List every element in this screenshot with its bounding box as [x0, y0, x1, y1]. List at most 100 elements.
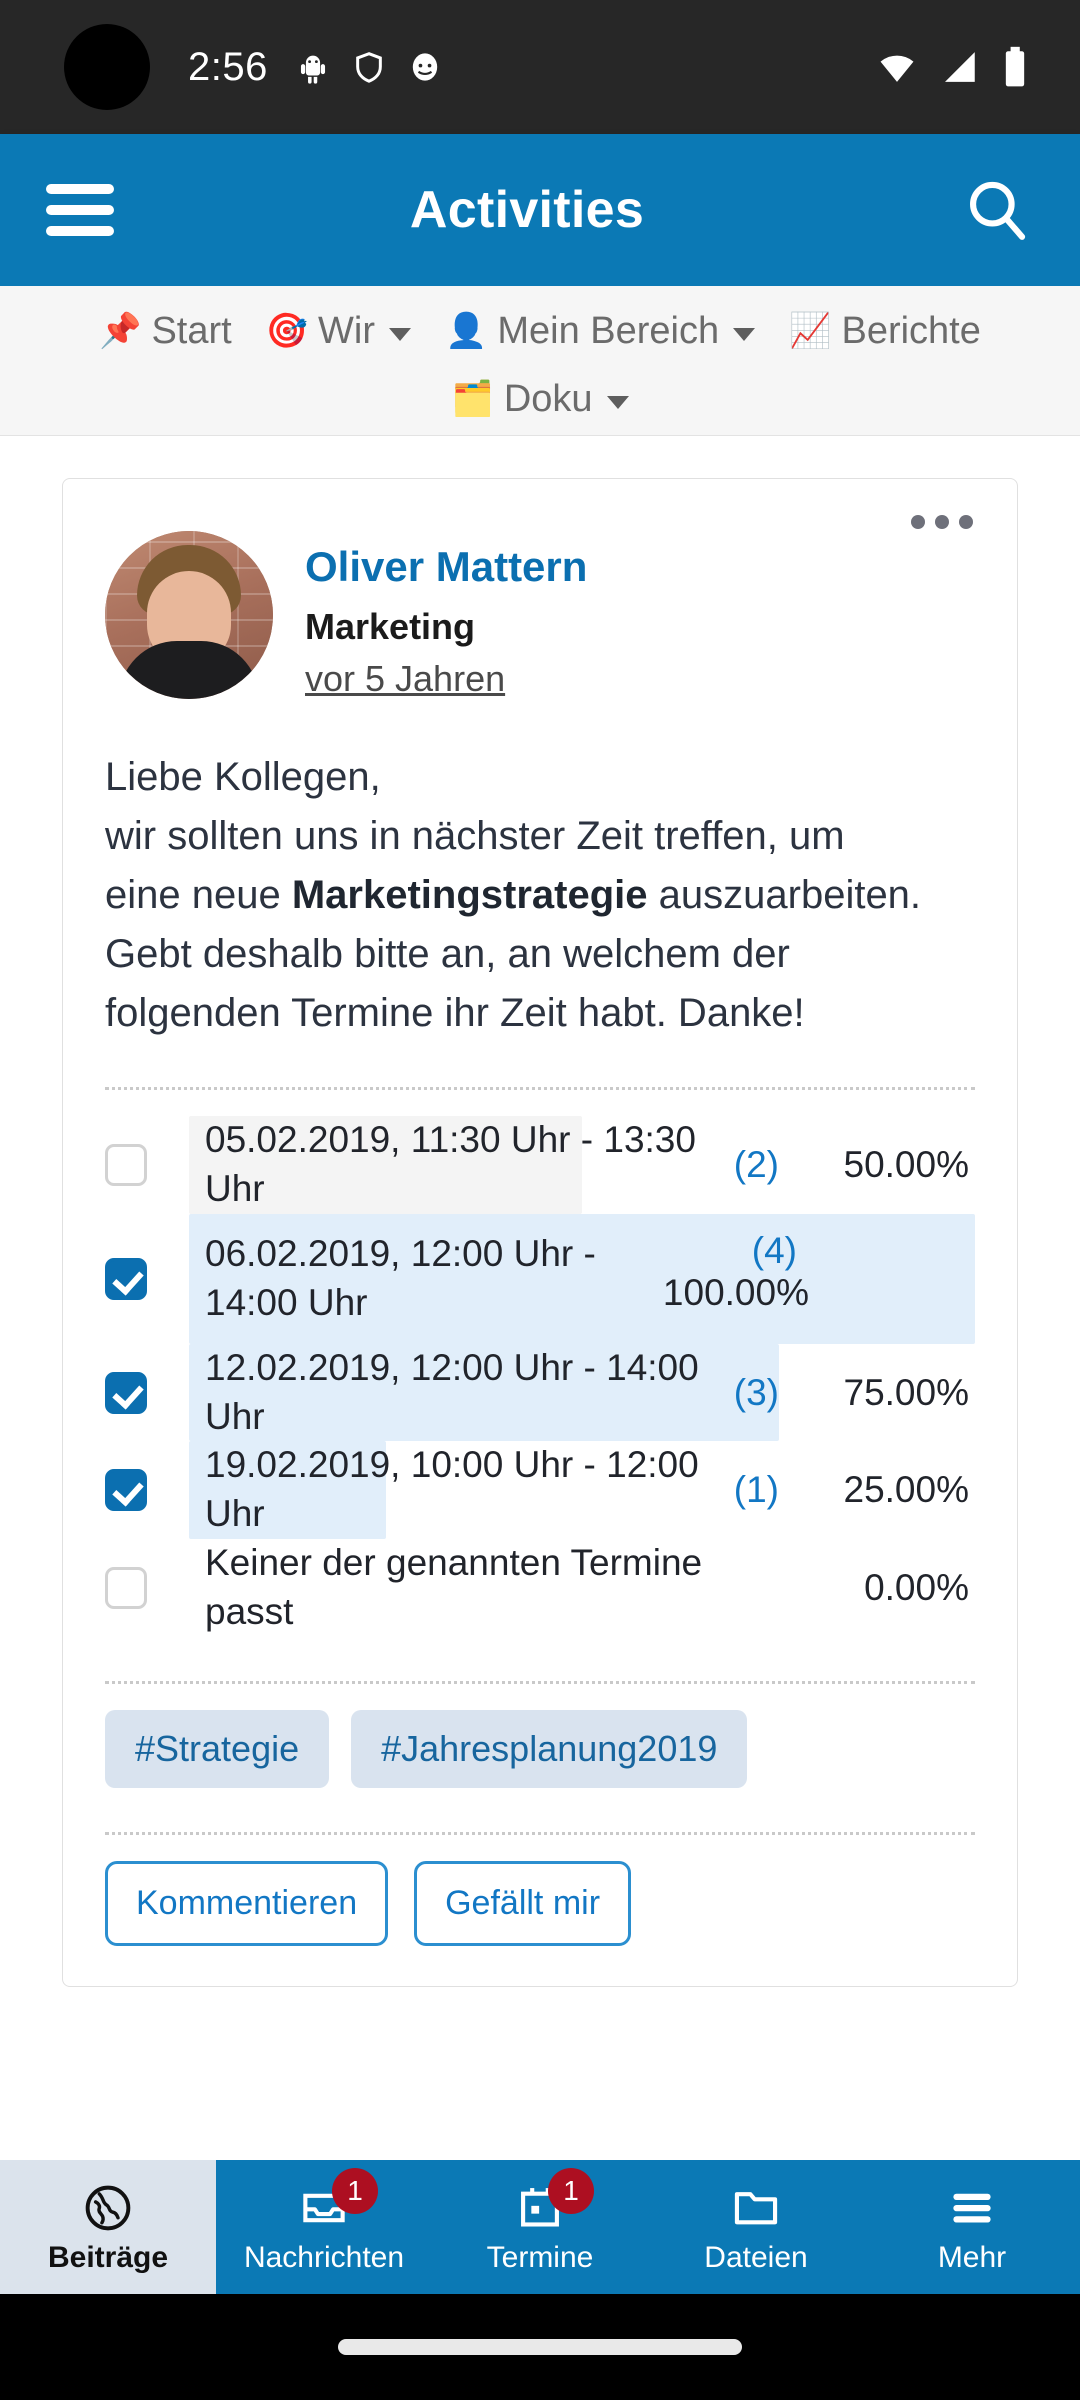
tab-label: Dateien — [704, 2241, 808, 2274]
tab-termine[interactable]: 1 Termine — [432, 2160, 648, 2294]
poll-option-count: (1) — [733, 1469, 779, 1511]
post-card: Oliver Mattern Marketing vor 5 Jahren Li… — [62, 478, 1018, 1987]
sidebar-item-berichte[interactable]: 📈 Berichte — [789, 300, 981, 362]
post-body-text-before-bold: eine neue — [105, 872, 292, 917]
android-robot-icon — [300, 55, 325, 84]
notification-badge: 1 — [332, 2168, 378, 2214]
poll-option-row[interactable]: 06.02.2019, 12:00 Uhr - 14:00 Uhr (4) 10… — [105, 1214, 975, 1344]
post-body-bold-term: Marketingstrategie — [291, 872, 648, 917]
chart-increasing-icon: 📈 — [789, 312, 832, 350]
status-bar-system-icons — [876, 45, 1030, 89]
poll-bar-track: 19.02.2019, 10:00 Uhr - 12:00 Uhr (1) 25… — [189, 1441, 975, 1540]
tab-label: Termine — [486, 2241, 594, 2274]
status-bar-notification-icons — [296, 50, 442, 84]
tab-label: Beiträge — [47, 2241, 169, 2274]
poll-checkbox[interactable] — [105, 1566, 147, 1609]
post-author-name[interactable]: Oliver Mattern — [305, 541, 587, 594]
notification-badge: 1 — [548, 2168, 594, 2214]
target-icon: 🎯 — [265, 312, 309, 350]
tab-label: Mehr — [937, 2241, 1007, 2274]
poll-option-count: (3) — [733, 1371, 779, 1413]
poll-option-row[interactable]: 12.02.2019, 12:00 Uhr - 14:00 Uhr (3) 75… — [105, 1343, 975, 1442]
post-body-paragraph: eine neue Marketingstrategie auszuarbeit… — [105, 866, 975, 1044]
post-timestamp[interactable]: vor 5 Jahren — [305, 658, 505, 700]
poll-option-percent: 50.00% — [843, 1144, 970, 1186]
hamburger-menu-icon — [945, 2181, 999, 2235]
post-header: Oliver Mattern Marketing vor 5 Jahren — [105, 509, 975, 700]
poll-options-list: 05.02.2019, 11:30 Uhr - 13:30 Uhr (2) 50… — [105, 1116, 975, 1636]
poll-option-percent: 0.00% — [864, 1566, 969, 1608]
post-body-line: Liebe Kollegen, — [105, 754, 381, 799]
poll-option-label: 05.02.2019, 11:30 Uhr - 13:30 Uhr — [205, 1119, 696, 1210]
sub-nav-label: Start — [151, 309, 232, 352]
sidebar-item-doku[interactable]: 🗂️ Doku — [451, 368, 629, 430]
like-button[interactable]: Gefällt mir — [414, 1860, 632, 1946]
poll-bar-track: Keiner der genannten Termine passt 0.00% — [189, 1539, 975, 1637]
sub-nav-label: Mein Bereich — [497, 309, 720, 352]
more-options-icon[interactable] — [911, 515, 973, 529]
poll-option-label: 12.02.2019, 12:00 Uhr - 14:00 Uhr — [205, 1346, 699, 1437]
poll-option-row[interactable]: 19.02.2019, 10:00 Uhr - 12:00 Uhr (1) 25… — [105, 1441, 975, 1540]
mask-icon — [412, 53, 438, 81]
cellular-signal-icon — [945, 52, 975, 82]
poll-bar-track: 06.02.2019, 12:00 Uhr - 14:00 Uhr (4) 10… — [189, 1214, 975, 1344]
tag-list: #Strategie #Jahresplanung2019 — [105, 1709, 975, 1788]
poll-option-row[interactable]: 05.02.2019, 11:30 Uhr - 13:30 Uhr (2) 50… — [105, 1116, 975, 1215]
divider — [105, 1680, 975, 1684]
tag-chip[interactable]: #Jahresplanung2019 — [351, 1709, 748, 1788]
tab-label: Nachrichten — [243, 2241, 405, 2274]
sidebar-item-wir[interactable]: 🎯 Wir — [265, 300, 412, 362]
poll-checkbox[interactable] — [105, 1371, 147, 1414]
battery-icon — [1005, 46, 1025, 87]
sub-nav-label: Doku — [503, 377, 593, 420]
poll-option-label: 06.02.2019, 12:00 Uhr - 14:00 Uhr — [205, 1233, 596, 1323]
post-body: Liebe Kollegen, wir sollten uns in nächs… — [105, 748, 975, 1044]
tag-chip[interactable]: #Strategie — [105, 1709, 330, 1788]
poll-option-percent: 75.00% — [843, 1371, 970, 1413]
tab-mehr[interactable]: Mehr — [864, 2160, 1080, 2294]
avatar[interactable] — [105, 531, 273, 699]
pushpin-icon: 📌 — [99, 312, 142, 350]
tab-beitraege[interactable]: Beiträge — [0, 2160, 216, 2294]
poll-option-count: (4) — [751, 1230, 797, 1272]
status-bar: 2:56 — [0, 0, 1080, 134]
tab-dateien[interactable]: Dateien — [648, 2160, 864, 2294]
status-bar-clock: 2:56 — [188, 44, 268, 89]
poll-option-percent: 25.00% — [843, 1469, 970, 1511]
poll-checkbox[interactable] — [105, 1257, 147, 1300]
app-screen: 2:56 Activities 📌 Start 🎯 Wir 👤 Mein Ber… — [0, 0, 1080, 2400]
poll-option-percent: 100.00% — [662, 1272, 809, 1314]
shield-icon — [356, 52, 382, 83]
card-index-dividers-icon: 🗂️ — [451, 380, 494, 418]
poll-option-row[interactable]: Keiner der genannten Termine passt 0.00% — [105, 1539, 975, 1637]
poll-option-count: (2) — [733, 1144, 779, 1186]
poll-option-label: 19.02.2019, 10:00 Uhr - 12:00 Uhr — [205, 1444, 699, 1535]
secondary-navigation: 📌 Start 🎯 Wir 👤 Mein Bereich 📈 Berichte … — [0, 286, 1080, 436]
divider — [105, 1087, 975, 1091]
feed-scroll-area[interactable]: Oliver Mattern Marketing vor 5 Jahren Li… — [0, 436, 1080, 2196]
tab-nachrichten[interactable]: 1 Nachrichten — [216, 2160, 432, 2294]
camera-punch-hole — [64, 24, 150, 110]
post-actions: Kommentieren Gefällt mir — [105, 1860, 975, 1986]
person-icon: 👤 — [445, 312, 488, 350]
sidebar-item-mein-bereich[interactable]: 👤 Mein Bereich — [445, 300, 756, 362]
poll-bar-track: 12.02.2019, 12:00 Uhr - 14:00 Uhr (3) 75… — [189, 1343, 975, 1442]
page-title: Activities — [409, 181, 645, 239]
poll-option-label: Keiner der genannten Termine passt — [205, 1542, 703, 1632]
comment-button[interactable]: Kommentieren — [105, 1860, 389, 1946]
sub-nav-label: Berichte — [841, 309, 981, 352]
post-body-line: wir sollten uns in nächster Zeit treffen… — [105, 813, 845, 858]
gesture-navigation-bar — [0, 2294, 1080, 2400]
home-indicator[interactable] — [338, 2339, 742, 2355]
poll-bar-track: 05.02.2019, 11:30 Uhr - 13:30 Uhr (2) 50… — [189, 1116, 975, 1215]
sidebar-item-start[interactable]: 📌 Start — [99, 300, 232, 362]
post-author-role: Marketing — [305, 605, 476, 647]
poll-checkbox[interactable] — [105, 1469, 147, 1512]
bottom-navigation-bar: Beiträge 1 Nachrichten 1 Termine Dateien… — [0, 2160, 1080, 2294]
chevron-down-icon — [389, 327, 412, 341]
search-icon[interactable] — [960, 173, 1034, 247]
poll-checkbox[interactable] — [105, 1144, 147, 1187]
app-bar: Activities — [0, 134, 1080, 286]
divider — [105, 1831, 975, 1835]
chevron-down-icon — [606, 395, 629, 409]
